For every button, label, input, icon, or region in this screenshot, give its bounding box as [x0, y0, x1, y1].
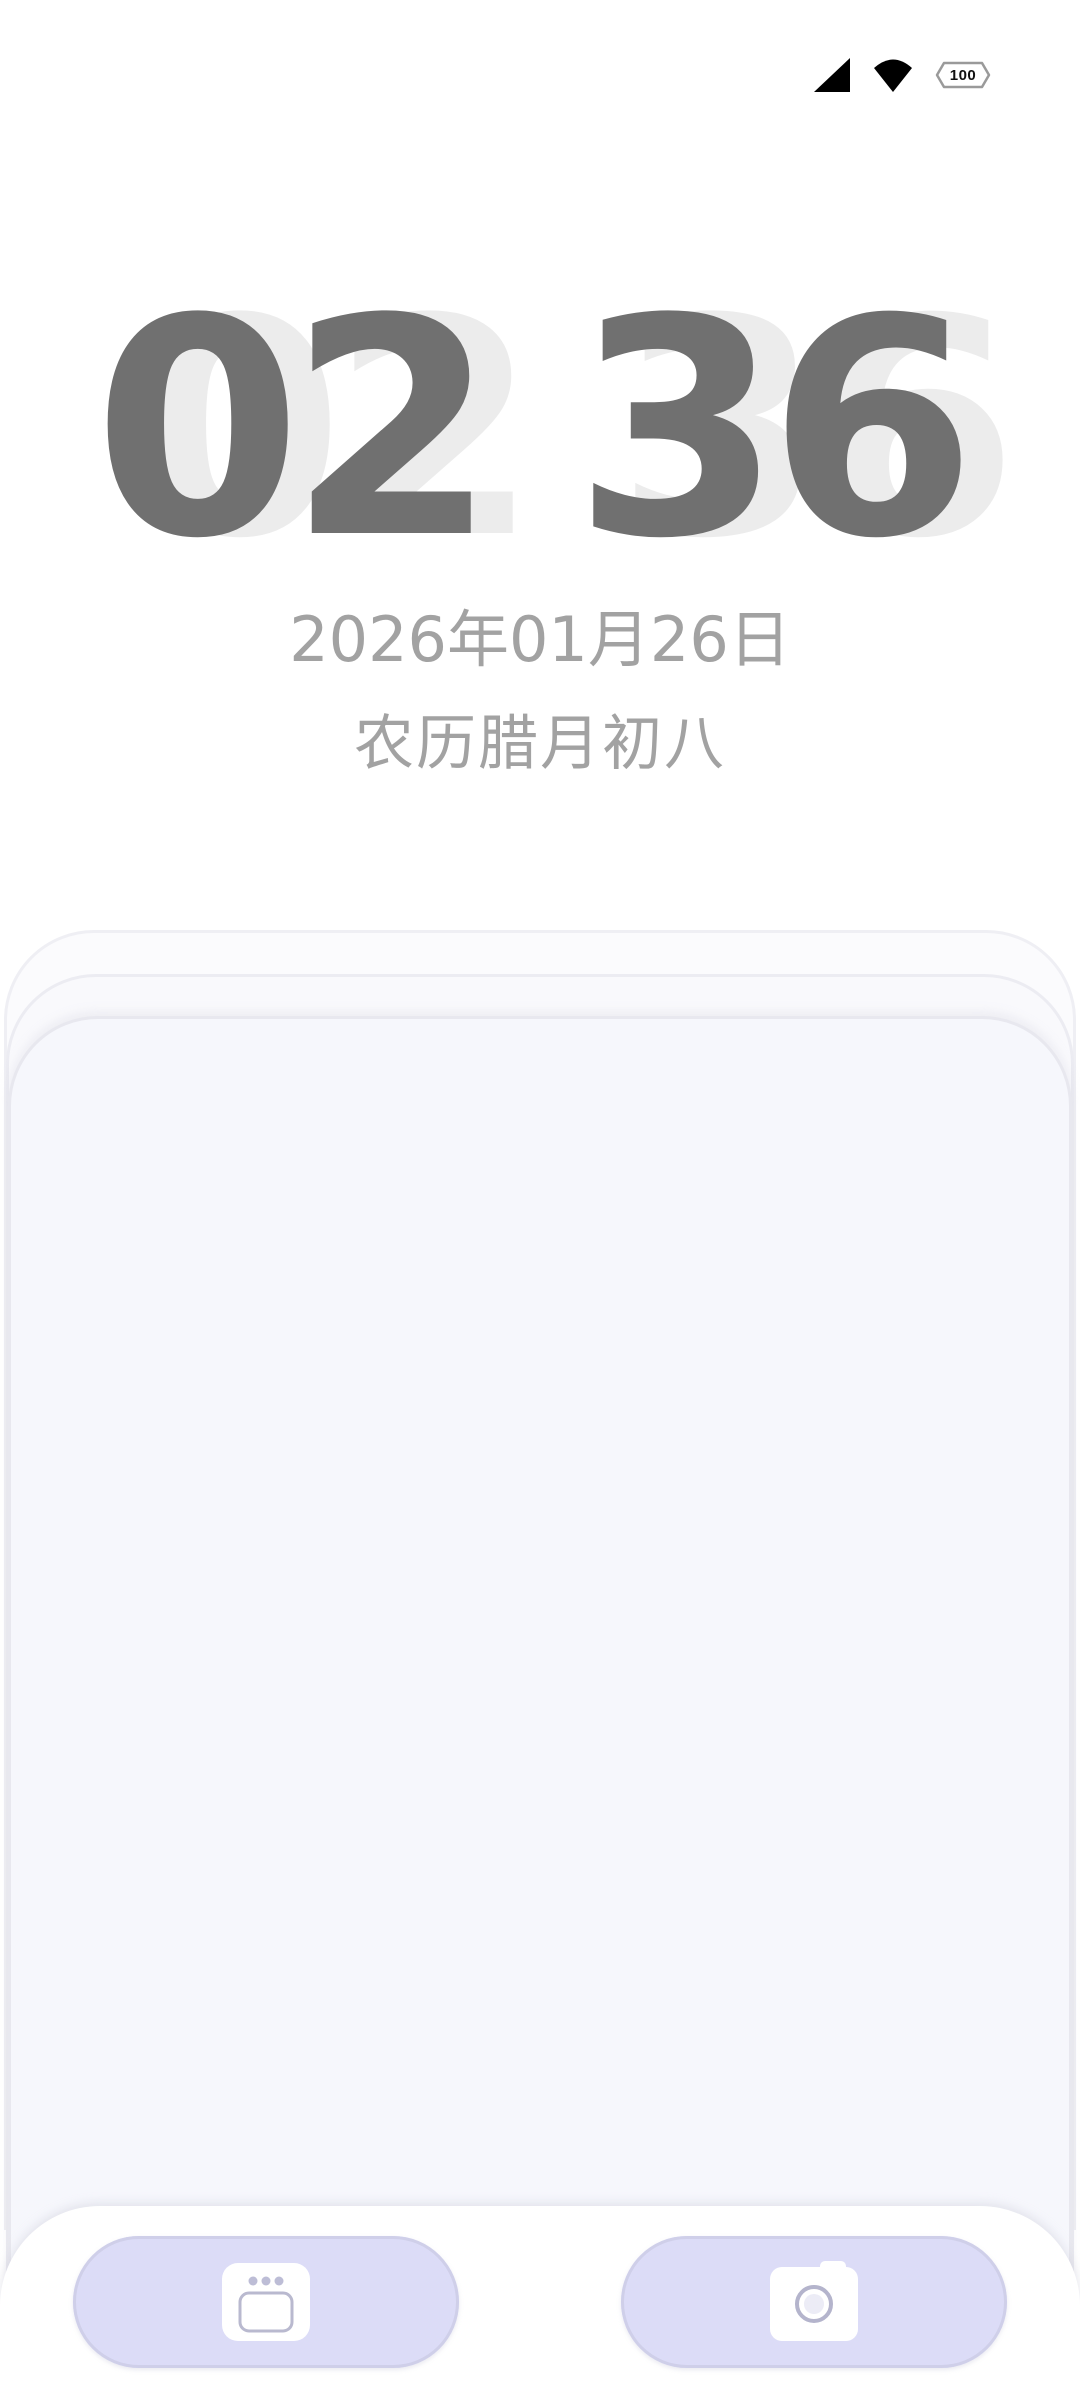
calendar-widget-icon [220, 2261, 312, 2343]
wifi-icon [874, 59, 912, 92]
battery-icon: 100 [934, 60, 992, 90]
clock-time: 02 36 [93, 255, 976, 604]
notification-card-front[interactable] [8, 1016, 1072, 2316]
calendar-shortcut-button[interactable] [73, 2236, 459, 2368]
date-gregorian: 2026年01月26日 [289, 603, 791, 676]
cellular-signal-icon [814, 58, 850, 92]
camera-shortcut-button[interactable] [621, 2236, 1007, 2368]
battery-level: 100 [949, 66, 977, 84]
date-lunar: 农历腊月初八 [354, 709, 726, 779]
lock-clock: 02 36 02 36 [0, 255, 1080, 604]
bottom-dock [0, 2206, 1080, 2402]
status-bar: 100 [812, 52, 992, 98]
camera-icon [768, 2261, 860, 2343]
